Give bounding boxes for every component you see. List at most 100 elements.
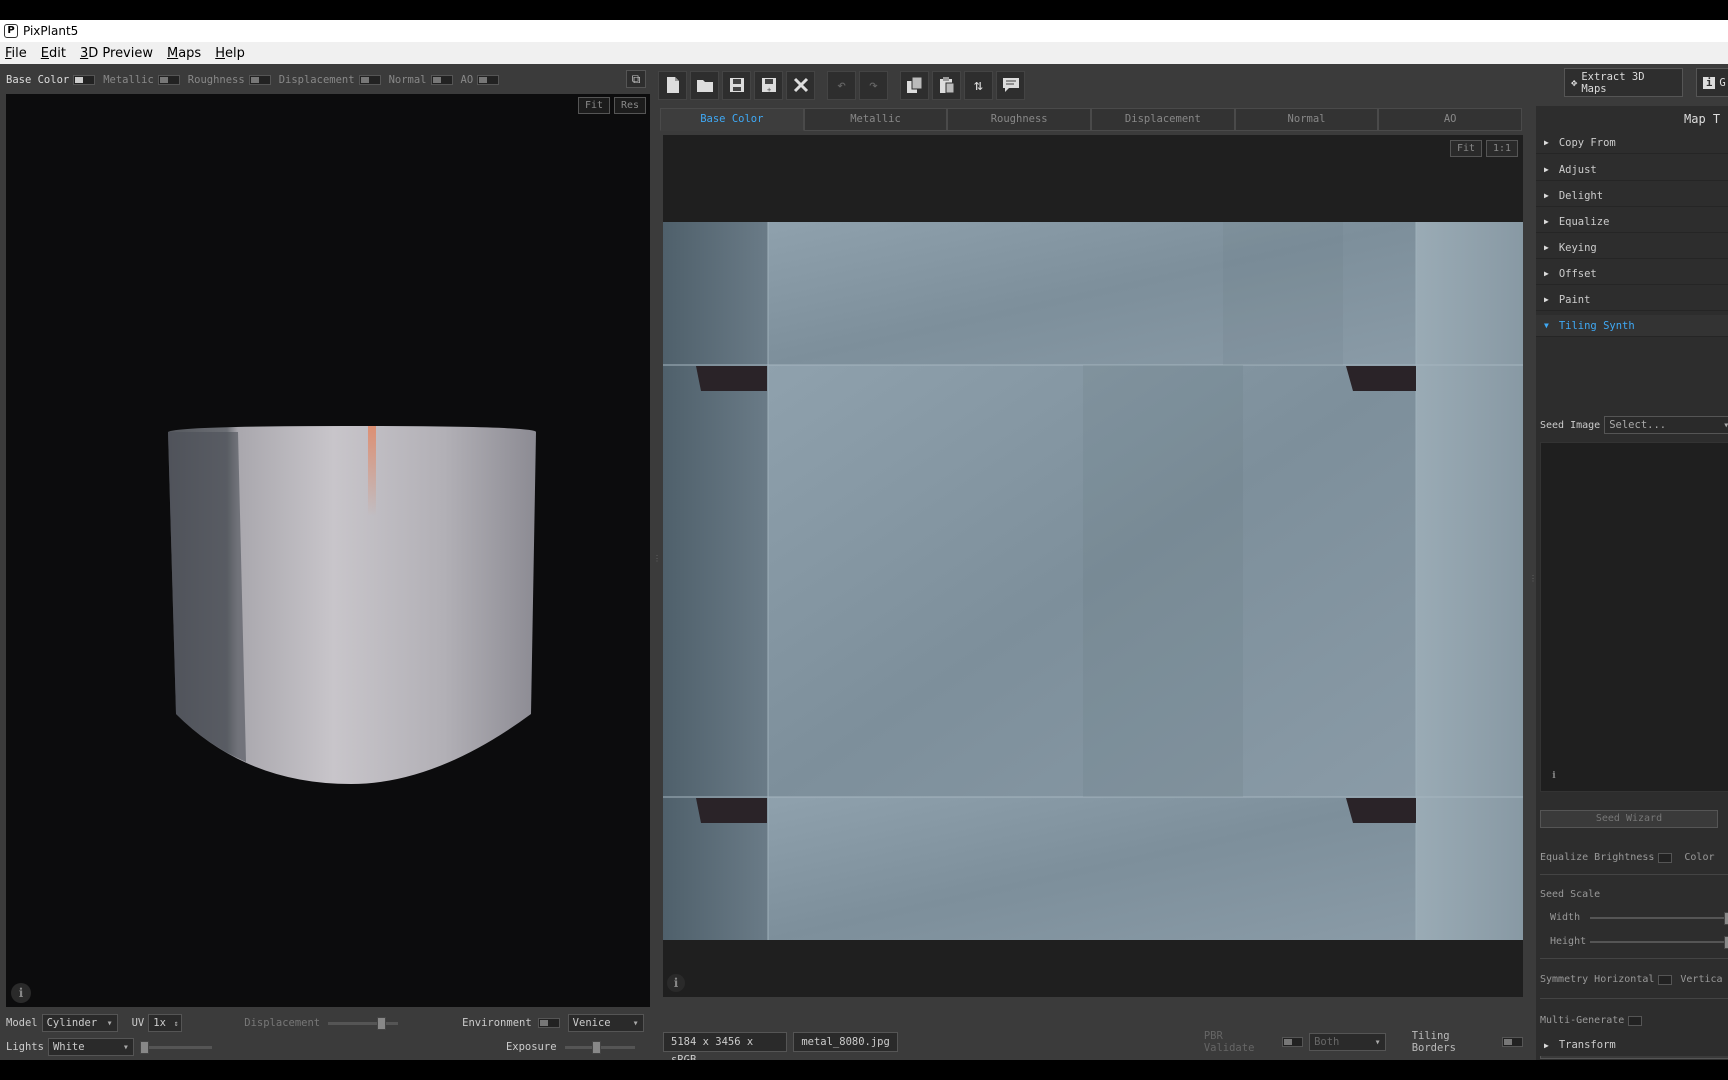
section-transform[interactable]: ▶ Transform: [1536, 1034, 1728, 1056]
pbr-validate-toggle[interactable]: [1282, 1037, 1304, 1047]
extract-3d-maps-button[interactable]: ✥ Extract 3D Maps: [1564, 68, 1683, 97]
multi-generate-toggle[interactable]: [1628, 1015, 1643, 1026]
pbr-mode-select[interactable]: Both: [1309, 1033, 1386, 1051]
info-icon[interactable]: i: [667, 974, 685, 992]
info-icon[interactable]: i: [1547, 769, 1561, 783]
menu-edit[interactable]: Edit: [41, 46, 66, 61]
map-tools-panel: Map T ▶ Copy From ▶ Adjust ▶ Delight ▶ Equal…: [1536, 106, 1728, 1060]
switch[interactable]: [248, 75, 271, 85]
width-slider[interactable]: [1590, 911, 1728, 925]
copy-icon[interactable]: [900, 70, 929, 100]
switch[interactable]: [358, 75, 381, 85]
lights-slider[interactable]: [139, 1040, 212, 1054]
seed-scale-label: Seed Scale: [1540, 889, 1601, 900]
redo-icon[interactable]: ↷: [859, 70, 888, 100]
brightness-toggle[interactable]: [1658, 852, 1673, 863]
detach-window-icon[interactable]: ⧉: [626, 70, 646, 88]
info-icon[interactable]: i: [11, 983, 31, 1003]
section-offset[interactable]: ▶ Offset: [1536, 263, 1728, 285]
menu-3d-preview[interactable]: 3D Preview: [80, 46, 153, 61]
uv-label: UV: [131, 1017, 145, 1029]
tiling-borders-toggle[interactable]: [1501, 1037, 1523, 1047]
section-adjust[interactable]: ▶ Adjust: [1536, 159, 1728, 181]
swap-icon[interactable]: ⇅: [964, 70, 993, 100]
close-icon[interactable]: [786, 70, 815, 100]
tab-normal[interactable]: Normal: [1234, 108, 1379, 131]
main-toolbar: + ↶ ↷ ⇅: [658, 68, 1025, 102]
tab-metallic[interactable]: Metallic: [803, 108, 948, 131]
lights-label: Lights: [6, 1041, 44, 1053]
tab-ao[interactable]: AO: [1378, 108, 1523, 131]
seed-image-select[interactable]: Select...: [1604, 416, 1728, 434]
toggle-ao[interactable]: AO: [461, 74, 500, 86]
toggle-displacement[interactable]: Displacement: [279, 74, 381, 86]
multi-generate-label: Multi-Generate: [1540, 1015, 1625, 1026]
section-copy-from[interactable]: ▶ Copy From: [1536, 132, 1728, 154]
open-folder-icon[interactable]: [690, 70, 719, 100]
save-icon[interactable]: [722, 70, 751, 100]
exposure-slider[interactable]: [564, 1040, 635, 1054]
status-bar: 5184 x 3456 x sRGB metal_8080.jpg PBR Va…: [663, 1030, 1523, 1066]
section-equalize[interactable]: ▶ Equalize: [1536, 211, 1728, 233]
model-select[interactable]: Cylinder: [41, 1014, 118, 1032]
slider-knob[interactable]: [1724, 911, 1728, 925]
comment-icon[interactable]: [996, 70, 1025, 100]
one-to-one-button[interactable]: 1:1: [1486, 140, 1519, 157]
menu-file[interactable]: File: [5, 46, 27, 61]
splitter-handle[interactable]: ⋮: [1529, 574, 1537, 583]
slider-knob[interactable]: [1724, 935, 1728, 949]
environment-toggle[interactable]: [537, 1018, 560, 1028]
equalize-label: Equalize: [1540, 852, 1589, 863]
height-slider[interactable]: [1590, 935, 1728, 949]
menu-help[interactable]: Help: [215, 46, 245, 61]
seed-image-label: Seed Image: [1540, 419, 1601, 431]
symmetry-horizontal-toggle[interactable]: [1658, 974, 1673, 985]
toggle-normal[interactable]: Normal: [389, 74, 453, 86]
section-keying[interactable]: ▶ Keying: [1536, 237, 1728, 259]
switch[interactable]: [73, 75, 96, 85]
expand-arrow-icon: ▶: [1544, 217, 1549, 226]
height-label: Height: [1550, 936, 1587, 947]
displacement-slider[interactable]: [328, 1016, 399, 1030]
symmetry-horizontal-label: Symmetry Horizontal: [1540, 974, 1655, 985]
displacement-label: Displacement: [244, 1017, 321, 1029]
switch[interactable]: [157, 75, 180, 85]
info-g-button[interactable]: i G: [1696, 68, 1728, 97]
paste-icon[interactable]: [932, 70, 961, 100]
new-file-icon[interactable]: [658, 70, 687, 100]
texture-canvas[interactable]: [663, 222, 1523, 940]
tab-roughness[interactable]: Roughness: [947, 108, 1092, 131]
fit-button[interactable]: Fit: [1450, 140, 1483, 157]
extract-icon: ✥: [1571, 76, 1578, 89]
tab-base-color[interactable]: Base Color: [660, 108, 804, 131]
splitter-handle[interactable]: ⋮: [653, 554, 661, 563]
seed-wizard-button[interactable]: Seed Wizard: [1540, 810, 1718, 828]
toggle-roughness[interactable]: Roughness: [188, 74, 271, 86]
pbr-validate-label: PBR Validate: [1203, 1030, 1255, 1054]
save-as-icon[interactable]: +: [754, 70, 783, 100]
slider-knob[interactable]: [377, 1016, 387, 1030]
section-tiling-synth[interactable]: ▼ Tiling Synth: [1536, 315, 1728, 337]
switch[interactable]: [477, 75, 500, 85]
slider-knob[interactable]: [591, 1040, 601, 1054]
exposure-label: Exposure: [505, 1041, 557, 1053]
2d-map-viewport[interactable]: Fit 1:1 i: [663, 135, 1523, 997]
uv-spinbox[interactable]: 1x ⇕: [148, 1014, 183, 1032]
lights-select[interactable]: White: [47, 1038, 134, 1056]
menu-maps[interactable]: Maps: [167, 46, 201, 61]
symmetry-vertical-label: Vertica: [1680, 974, 1723, 985]
slider-knob[interactable]: [139, 1040, 149, 1054]
3d-preview-viewport[interactable]: Fit Res i: [6, 94, 650, 1007]
seed-image-preview[interactable]: i: [1540, 442, 1728, 792]
tiled-texture-image: [663, 222, 1523, 940]
section-delight[interactable]: ▶ Delight: [1536, 185, 1728, 207]
panel-title: Map T: [1684, 112, 1721, 126]
toggle-metallic[interactable]: Metallic: [103, 74, 180, 86]
tab-displacement[interactable]: Displacement: [1091, 108, 1235, 131]
undo-icon[interactable]: ↶: [827, 70, 856, 100]
switch[interactable]: [430, 75, 453, 85]
section-paint[interactable]: ▶ Paint: [1536, 289, 1728, 311]
app-body: Base Color Metallic Roughness Displaceme…: [0, 64, 1728, 1066]
toggle-base-color[interactable]: Base Color: [6, 74, 96, 86]
environment-select[interactable]: Venice: [567, 1014, 644, 1032]
